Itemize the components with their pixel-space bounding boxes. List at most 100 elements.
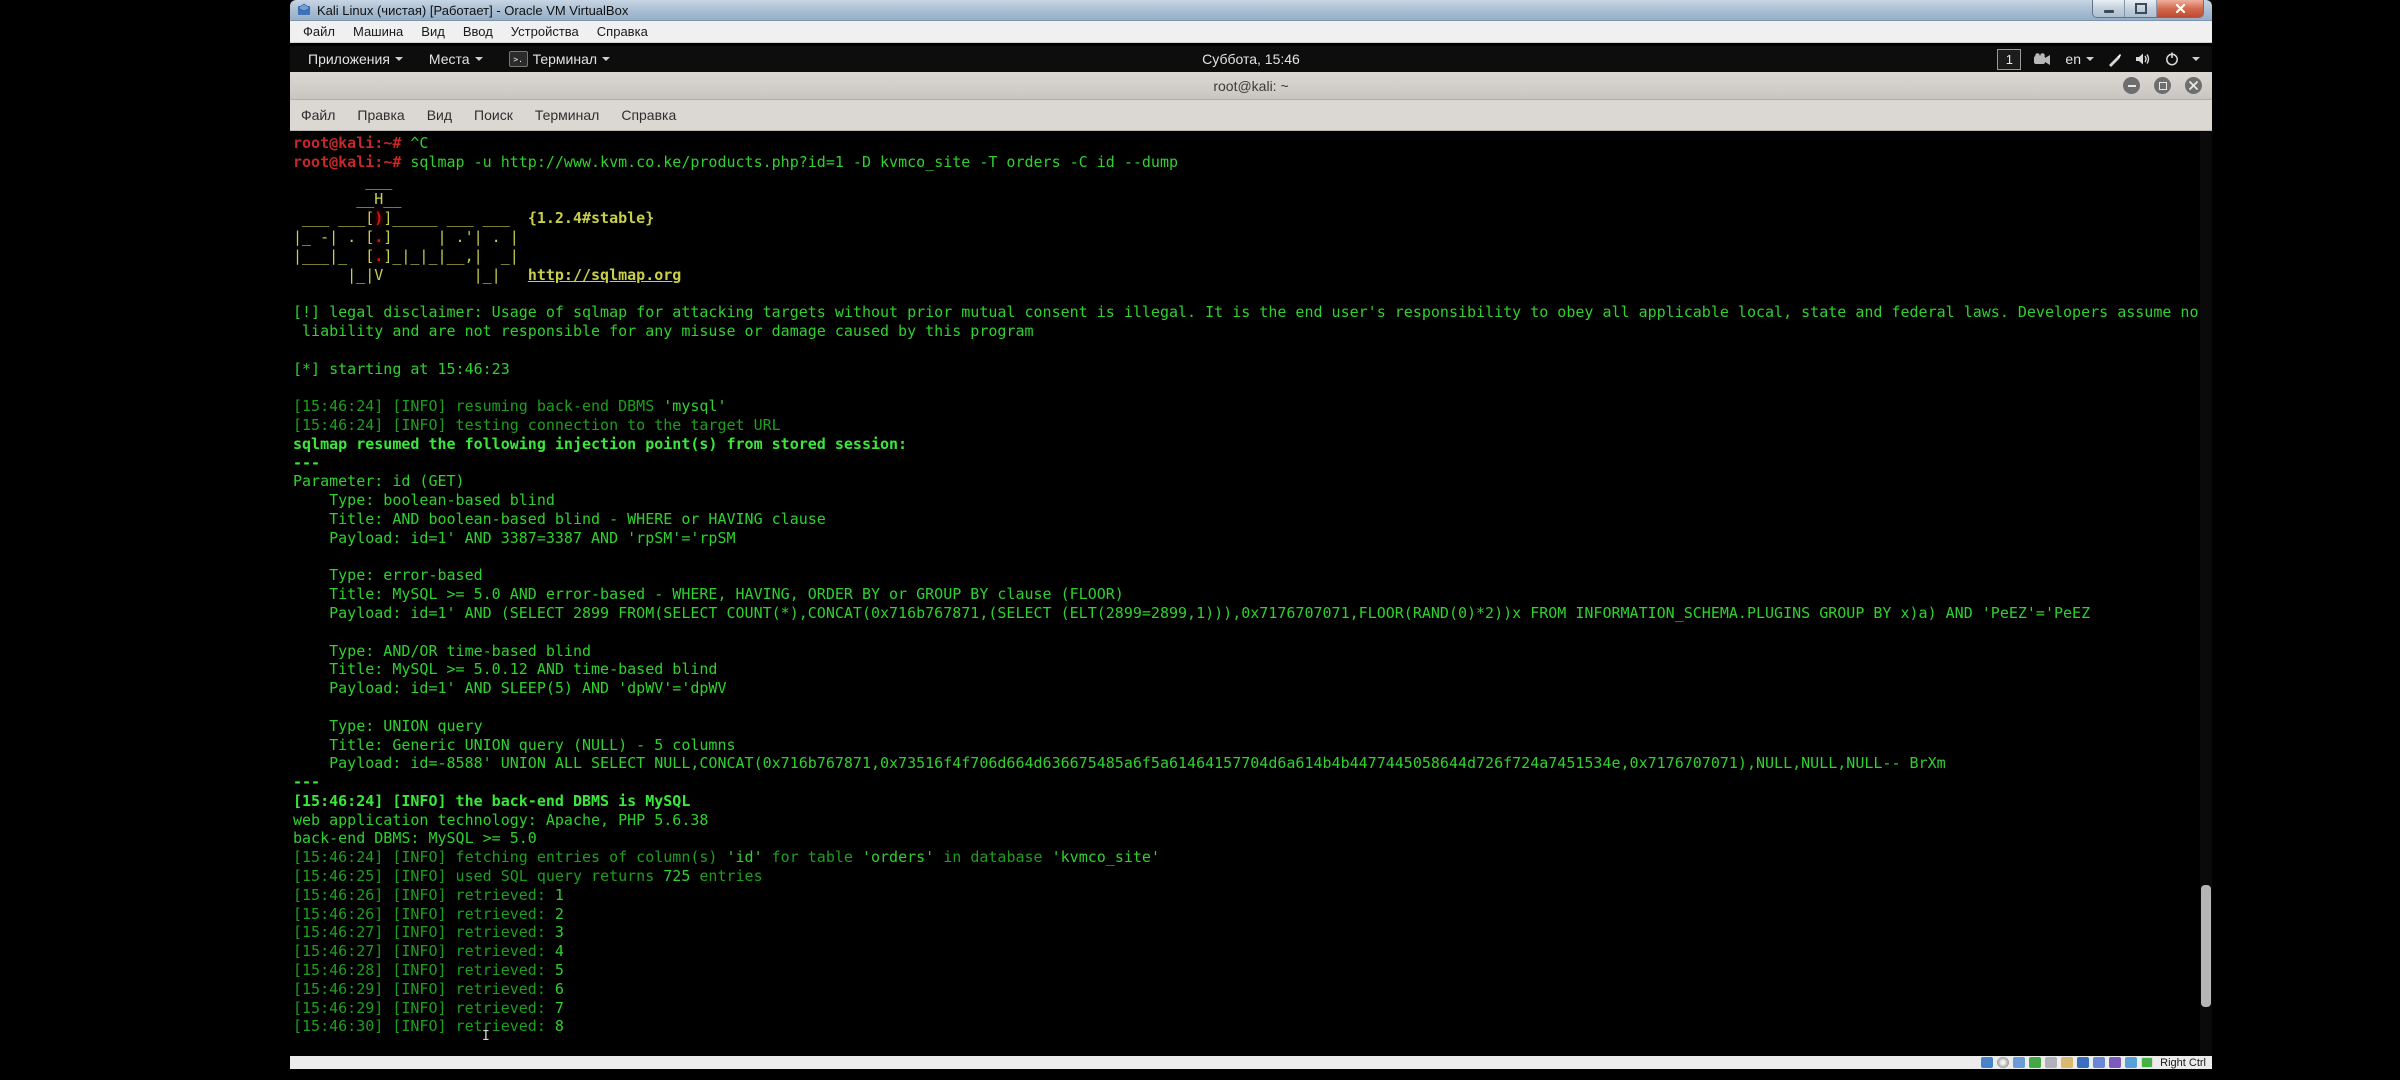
vbox-menu-help[interactable]: Справка: [588, 21, 657, 42]
terminal-menu-search[interactable]: Поиск: [463, 107, 524, 123]
windows-stack-icon[interactable]: [2093, 1057, 2105, 1068]
terminal-line: Title: MySQL >= 5.0.12 AND time-based bl…: [293, 660, 2212, 679]
minimize-icon: [2104, 10, 2114, 13]
caret-down-icon: [395, 57, 403, 61]
language-indicator[interactable]: en: [2065, 51, 2094, 67]
terminal-line: ___: [293, 172, 2212, 191]
virtualbox-logo-icon: [297, 3, 311, 17]
minimize-icon: [2128, 85, 2136, 87]
caret-down-icon[interactable]: [2192, 57, 2200, 61]
terminal-app-menu[interactable]: >. Терминал: [499, 46, 620, 72]
network-icon[interactable]: [2029, 1057, 2041, 1068]
terminal-line: |_|V |_| http://sqlmap.org: [293, 266, 2212, 285]
terminal-icon: >.: [509, 51, 528, 67]
terminal-output[interactable]: I root@kali:~# ^Croot@kali:~# sqlmap -u …: [290, 131, 2212, 1056]
terminal-line: back-end DBMS: MySQL >= 5.0: [293, 829, 2212, 848]
terminal-maximize-button[interactable]: [2154, 77, 2171, 94]
terminal-line: |_ -| . [.] | .'| . |: [293, 228, 2212, 247]
terminal-line: Payload: id=1' AND SLEEP(5) AND 'dpWV'='…: [293, 679, 2212, 698]
minimize-button[interactable]: [2093, 0, 2125, 17]
caret-down-icon: [2086, 57, 2094, 61]
audio-icon[interactable]: [2013, 1057, 2025, 1068]
window-title: Kali Linux (чистая) [Работает] - Oracle …: [317, 3, 628, 18]
terminal-menu-view[interactable]: Вид: [416, 107, 463, 123]
terminal-close-button[interactable]: [2185, 77, 2202, 94]
terminal-line: [293, 623, 2212, 642]
terminal-menu-terminal[interactable]: Терминал: [524, 107, 610, 123]
terminal-line: [*] starting at 15:46:23: [293, 360, 2212, 379]
close-icon: [2175, 3, 2186, 14]
terminal-line: Payload: id=-8588' UNION ALL SELECT NULL…: [293, 754, 2212, 773]
maximize-icon: [2159, 82, 2167, 90]
terminal-line: [15:46:25] [INFO] used SQL query returns…: [293, 867, 2212, 886]
globe-icon[interactable]: [2125, 1057, 2137, 1068]
terminal-line: [293, 341, 2212, 360]
restore-icon: [2135, 3, 2147, 14]
hard-disk-icon[interactable]: [1981, 1057, 1993, 1068]
usb-device-icon[interactable]: [2109, 1057, 2121, 1068]
virtualbox-window: Kali Linux (чистая) [Работает] - Oracle …: [290, 0, 2212, 1069]
kali-top-panel: Приложения Места >. Терминал Суббота, 15…: [290, 46, 2212, 72]
terminal-line: [15:46:29] [INFO] retrieved: 6: [293, 980, 2212, 999]
terminal-line: [293, 284, 2212, 303]
volume-icon[interactable]: [2135, 52, 2152, 66]
vbox-menu-machine[interactable]: Машина: [344, 21, 412, 42]
terminal-line: Title: Generic UNION query (NULL) - 5 co…: [293, 736, 2212, 755]
close-button[interactable]: [2157, 0, 2203, 17]
terminal-menu-help[interactable]: Справка: [610, 107, 687, 123]
scrollbar-thumb[interactable]: [2201, 885, 2211, 1007]
places-menu[interactable]: Места: [419, 46, 493, 72]
terminal-line: [15:46:26] [INFO] retrieved: 1: [293, 886, 2212, 905]
terminal-menu-edit[interactable]: Правка: [346, 107, 415, 123]
caret-down-icon: [475, 57, 483, 61]
terminal-line: Parameter: id (GET): [293, 472, 2212, 491]
applications-menu[interactable]: Приложения: [298, 46, 413, 72]
terminal-line: Type: boolean-based blind: [293, 491, 2212, 510]
terminal-line: [!] legal disclaimer: Usage of sqlmap fo…: [293, 303, 2212, 322]
terminal-line: root@kali:~# ^C: [293, 134, 2212, 153]
vm-screen: Приложения Места >. Терминал Суббота, 15…: [290, 43, 2212, 1056]
terminal-line: Payload: id=1' AND (SELECT 2899 FROM(SEL…: [293, 604, 2212, 623]
download-arrow-icon[interactable]: [2141, 1057, 2153, 1068]
optical-disc-icon[interactable]: [1997, 1057, 2009, 1068]
caret-down-icon: [602, 57, 610, 61]
display-icon[interactable]: [2077, 1057, 2089, 1068]
language-label: en: [2065, 51, 2081, 67]
terminal-app-label: Терминал: [533, 51, 597, 67]
terminal-menu-file[interactable]: Файл: [290, 107, 346, 123]
terminal-line: __H__: [293, 190, 2212, 209]
terminal-line: [15:46:27] [INFO] retrieved: 3: [293, 923, 2212, 942]
hostkey-label: Right Ctrl: [2160, 1057, 2206, 1069]
terminal-line: [15:46:24] [INFO] testing connection to …: [293, 416, 2212, 435]
tablet-pen-icon[interactable]: [2107, 52, 2122, 67]
terminal-minimize-button[interactable]: [2123, 77, 2140, 94]
vbox-menu-view[interactable]: Вид: [412, 21, 454, 42]
terminal-line: [15:46:27] [INFO] retrieved: 4: [293, 942, 2212, 961]
terminal-line: ---: [293, 773, 2212, 792]
terminal-line: Title: AND boolean-based blind - WHERE o…: [293, 510, 2212, 529]
terminal-line: [293, 378, 2212, 397]
terminal-line: Type: AND/OR time-based blind: [293, 642, 2212, 661]
vbox-menu-file[interactable]: Файл: [294, 21, 344, 42]
terminal-line: [15:46:29] [INFO] retrieved: 7: [293, 999, 2212, 1018]
places-label: Места: [429, 51, 470, 67]
vbox-statusbar: Right Ctrl: [290, 1056, 2212, 1069]
terminal-scrollbar[interactable]: [2200, 131, 2212, 1056]
vbox-menu-input[interactable]: Ввод: [454, 21, 502, 42]
terminal-line: liability and are not responsible for an…: [293, 322, 2212, 341]
power-icon[interactable]: [2165, 52, 2179, 66]
terminal-line: Title: MySQL >= 5.0 AND error-based - WH…: [293, 585, 2212, 604]
shared-folders-icon[interactable]: [2061, 1057, 2073, 1068]
terminal-line: [15:46:28] [INFO] retrieved: 5: [293, 961, 2212, 980]
vbox-menu-devices[interactable]: Устройства: [502, 21, 588, 42]
panel-clock[interactable]: Суббота, 15:46: [1202, 51, 1300, 67]
restore-button[interactable]: [2125, 0, 2157, 17]
terminal-line: Payload: id=1' AND 3387=3387 AND 'rpSM'=…: [293, 529, 2212, 548]
usb-pen-icon[interactable]: [2045, 1057, 2057, 1068]
terminal-titlebar[interactable]: root@kali: ~: [290, 72, 2212, 100]
vbox-titlebar[interactable]: Kali Linux (чистая) [Работает] - Oracle …: [290, 0, 2212, 21]
text-cursor-ibeam: I: [482, 1028, 491, 1043]
screencast-icon[interactable]: [2034, 53, 2052, 66]
workspace-indicator[interactable]: 1: [1997, 49, 2021, 70]
terminal-line: [293, 548, 2212, 567]
